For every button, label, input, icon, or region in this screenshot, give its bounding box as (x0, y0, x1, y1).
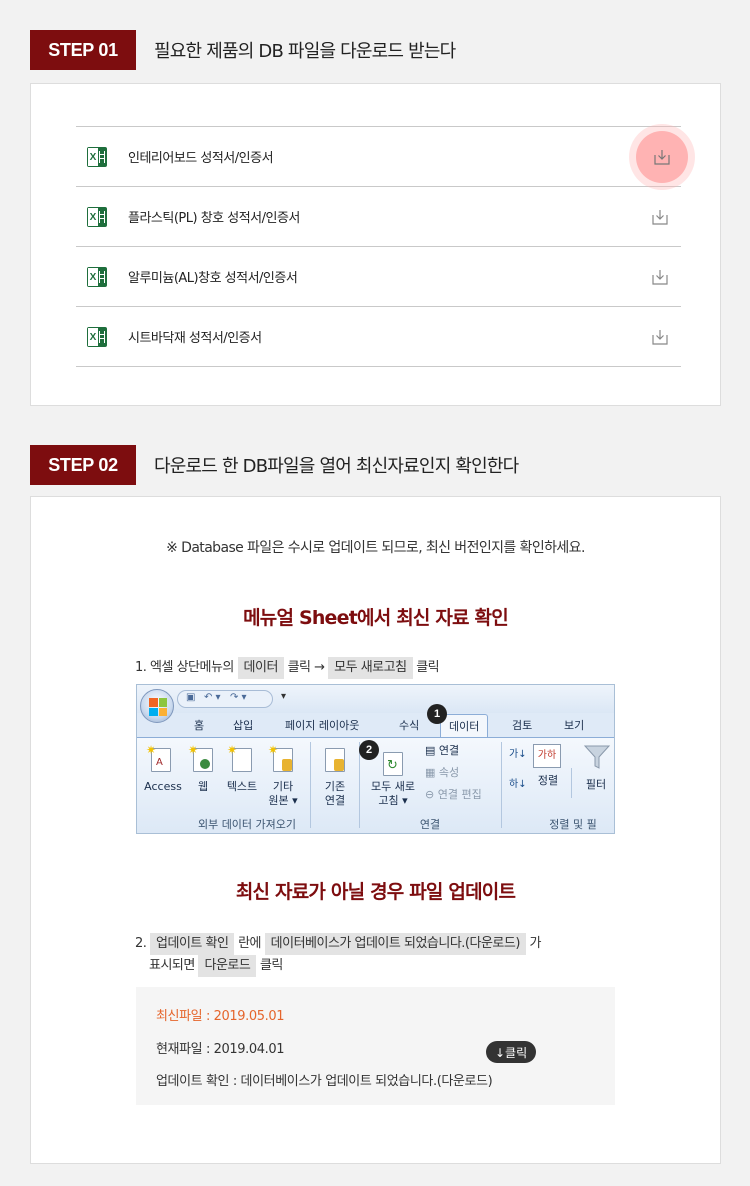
web-button[interactable]: 웹 (193, 780, 213, 794)
step2-title: 다운로드 한 DB파일을 열어 최신자료인지 확인한다 (154, 456, 519, 477)
ribbon-body: ✷ A Access ✷ 웹 ✷ 텍스트 ✷ 기타 원본 ▾ 기존 연결 외부 데이터… (137, 737, 614, 833)
step2-badge: STEP 02 (30, 445, 136, 485)
update-status-link[interactable]: 업데이트 확인 : 데이터베이스가 업데이트 되었습니다.(다운로드) (156, 1070, 493, 1089)
access-icon: ✷ A (146, 743, 171, 772)
excel-ribbon-screenshot: ▣ ↶ ▾ ↷ ▾ ▾ 홈 삽입 페이지 레이아웃 수식 데이터 검토 보기 1… (136, 684, 615, 834)
quick-access-toolbar[interactable]: ▣ ↶ ▾ ↷ ▾ (177, 690, 273, 708)
download-button[interactable] (651, 208, 669, 226)
step1-panel: X 인테리어보드 성적서/인증서 X 플라스틱(PL) 창호 성적서/인증서 X… (30, 83, 721, 406)
file-name: 시트바닥재 성적서/인증서 (128, 331, 262, 346)
marker-2: 2 (359, 740, 379, 760)
file-name: 인테리어보드 성적서/인증서 (128, 151, 274, 166)
existing-connections-icon (325, 748, 345, 772)
step2-panel: ※ Database 파일은 수시로 업데이트 되므로, 최신 버전인지를 확인… (30, 496, 721, 1164)
group-external-data: 외부 데이터 가져오기 (197, 818, 297, 831)
file-row: X 시트바닥재 성적서/인증서 (76, 307, 681, 367)
sort-button[interactable]: 정렬 (535, 774, 561, 788)
current-file-date: 현재파일 : 2019.04.01 (156, 1042, 285, 1057)
step1-header: STEP 01 필요한 제품의 DB 파일을 다운로드 받는다 (30, 30, 456, 70)
tab-formulas[interactable]: 수식 (399, 717, 419, 733)
refresh-all-button[interactable]: 모두 새로 고침 ▾ (363, 780, 423, 808)
download-icon (652, 210, 668, 225)
refresh-all-icon: ↻ (383, 752, 403, 776)
download-button[interactable] (651, 268, 669, 286)
tab-insert[interactable]: 삽입 (233, 717, 253, 733)
tab-page-layout[interactable]: 페이지 레이아웃 (285, 717, 359, 733)
latest-file-date: 최신파일 : 2019.05.01 (156, 1009, 285, 1024)
file-row: X 플라스틱(PL) 창호 성적서/인증서 (76, 187, 681, 247)
file-row: X 알루미늄(AL)창호 성적서/인증서 (76, 247, 681, 307)
instruction-1: 1. 엑셀 상단메뉴의 데이터 클릭 → 모두 새로고침 클릭 (135, 657, 440, 679)
other-sources-button[interactable]: 기타 원본 ▾ (265, 780, 301, 808)
section-title-update: 최신 자료가 아닐 경우 파일 업데이트 (235, 881, 516, 903)
marker-1: 1 (427, 704, 447, 724)
download-button-active[interactable] (629, 124, 695, 190)
download-icon (652, 270, 668, 285)
tag-db-updated: 데이터베이스가 업데이트 되었습니다.(다운로드) (264, 933, 526, 955)
save-icon: ▣ (186, 692, 196, 703)
redo-icon: ↷ ▾ (230, 692, 247, 703)
tab-home[interactable]: 홈 (194, 717, 204, 733)
excel-icon: X (87, 327, 107, 347)
step1-badge: STEP 01 (30, 30, 136, 70)
download-button[interactable] (651, 328, 669, 346)
update-info-box: 최신파일 : 2019.05.01 현재파일 : 2019.04.01 ↓클릭 … (136, 987, 615, 1105)
undo-icon: ↶ ▾ (204, 692, 221, 703)
text-icon: ✷ (227, 743, 252, 772)
excel-icon: X (87, 147, 107, 167)
office-logo-icon (149, 698, 167, 716)
filter-button[interactable]: 필터 (583, 778, 609, 792)
tag-refresh-all: 모두 새로고침 (328, 657, 413, 679)
download-icon (652, 330, 668, 345)
web-icon: ✷ (188, 743, 213, 772)
excel-icon: X (87, 207, 107, 227)
step1-title: 필요한 제품의 DB 파일을 다운로드 받는다 (154, 41, 456, 62)
sort-desc-icon[interactable]: 하↓ (509, 778, 527, 792)
tab-view[interactable]: 보기 (564, 717, 584, 733)
file-name: 알루미늄(AL)창호 성적서/인증서 (128, 271, 298, 286)
text-button[interactable]: 텍스트 (223, 780, 261, 794)
group-sort-filter: 정렬 및 필 (549, 818, 597, 831)
section-title-manual: 메뉴얼 Sheet에서 최신 자료 확인 (243, 607, 509, 629)
office-button[interactable] (140, 689, 174, 723)
file-row: X 인테리어보드 성적서/인증서 (76, 124, 695, 190)
edit-links-button[interactable]: ⊖ 연결 편집 (425, 788, 482, 802)
download-icon (654, 150, 670, 165)
group-connections: 연결 (419, 818, 441, 831)
file-name: 플라스틱(PL) 창호 성적서/인증서 (128, 211, 300, 226)
other-sources-icon: ✷ (268, 743, 293, 772)
access-button[interactable]: Access (143, 780, 183, 794)
filter-icon (583, 745, 611, 769)
excel-icon: X (87, 267, 107, 287)
existing-connections-button[interactable]: 기존 연결 (317, 780, 353, 808)
tag-download: 다운로드 (198, 955, 257, 977)
connections-button[interactable]: ▤ 연결 (425, 744, 459, 758)
notice-text: ※ Database 파일은 수시로 업데이트 되므로, 최신 버전인지를 확인… (166, 540, 585, 556)
tag-data: 데이터 (237, 657, 284, 679)
ribbon-tabs: 홈 삽입 페이지 레이아웃 수식 데이터 검토 보기 (137, 713, 614, 738)
sort-asc-icon[interactable]: 가↓ (509, 748, 527, 762)
sort-dialog-icon: 가하 (533, 744, 561, 768)
properties-button[interactable]: ▦ 속성 (425, 766, 459, 780)
instruction-2: 2. 업데이트 확인 란에 데이터베이스가 업데이트 되었습니다.(다운로드) … (135, 933, 615, 977)
step2-header: STEP 02 다운로드 한 DB파일을 열어 최신자료인지 확인한다 (30, 445, 519, 485)
click-indicator: ↓클릭 (486, 1041, 537, 1063)
tab-review[interactable]: 검토 (512, 717, 532, 733)
file-list: X 인테리어보드 성적서/인증서 X 플라스틱(PL) 창호 성적서/인증서 X… (76, 124, 695, 367)
tag-update-check: 업데이트 확인 (150, 933, 235, 955)
qat-customize-icon: ▾ (281, 691, 287, 702)
tab-data[interactable]: 데이터 (440, 714, 489, 738)
